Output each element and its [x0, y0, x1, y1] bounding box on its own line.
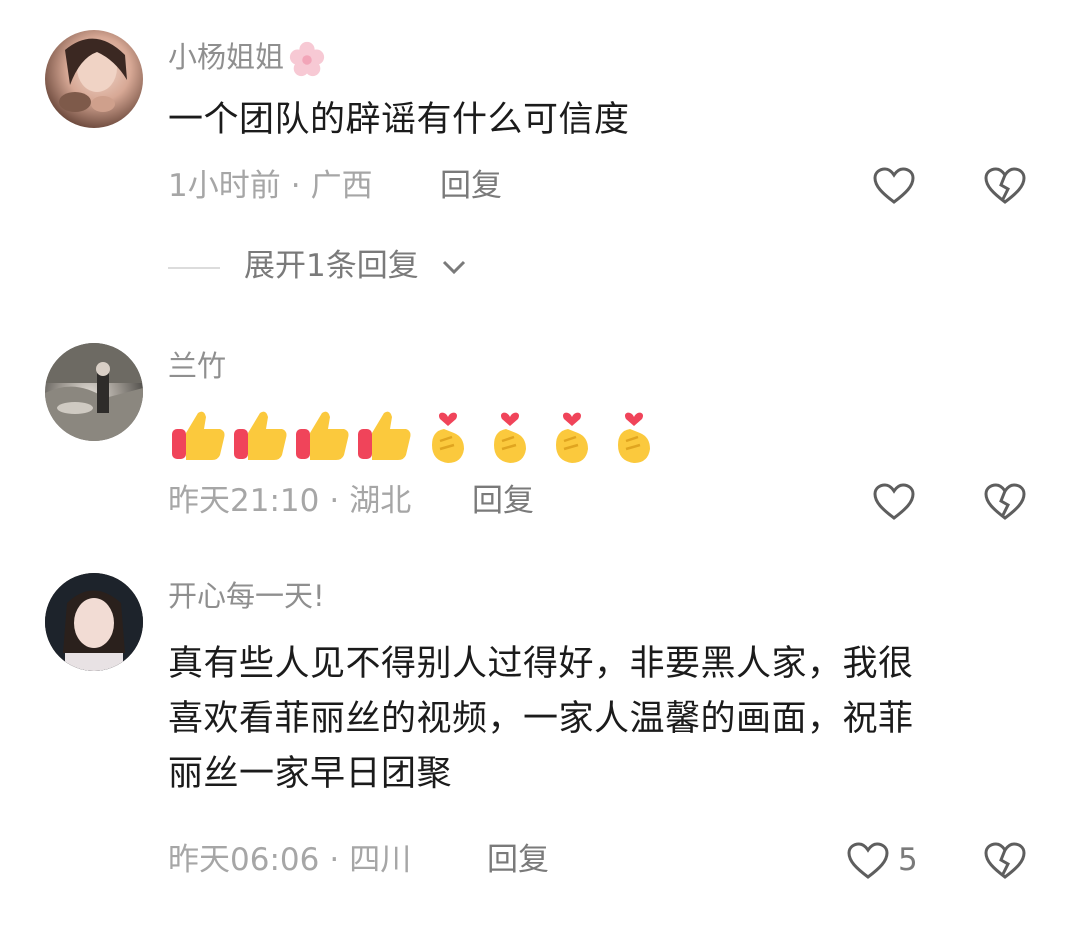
finger-heart-icon: [494, 412, 526, 463]
avatar[interactable]: [45, 573, 143, 671]
comment-meta: 1小时前 · 广西: [168, 171, 373, 202]
finger-heart-icon: [432, 412, 464, 463]
avatar-photo: [45, 343, 143, 441]
avatar-photo: [59, 38, 127, 112]
comment-location: 湖北: [349, 483, 412, 519]
thumbs-up-icon: [172, 411, 225, 460]
comment-time: 1小时前: [168, 168, 281, 204]
avatar[interactable]: [45, 343, 143, 441]
dislike-broken-heart-icon[interactable]: [983, 482, 1027, 522]
avatar-photo: [45, 573, 143, 671]
reply-button[interactable]: 回复: [440, 171, 502, 202]
thumbs-up-icon: [358, 411, 411, 460]
reply-button[interactable]: 回复: [472, 486, 534, 517]
avatar[interactable]: [45, 30, 143, 128]
chevron-down-icon[interactable]: [440, 256, 468, 278]
comment-time: 昨天06:06: [168, 842, 320, 878]
thumbs-up-icon: [234, 411, 287, 460]
username[interactable]: 小杨姐姐: [168, 40, 326, 78]
dislike-broken-heart-icon[interactable]: [983, 841, 1027, 881]
like-heart-icon[interactable]: [872, 482, 916, 522]
comment-location: 四川: [349, 842, 412, 878]
comment-text-line: 喜欢看菲丽丝的视频，一家人温馨的画面，祝菲: [168, 699, 914, 739]
comment-time: 昨天21:10: [168, 483, 320, 519]
comment-meta: 昨天06:06 · 四川: [168, 845, 411, 876]
meta-separator: ·: [290, 168, 301, 204]
comment-location: 广西: [310, 168, 373, 204]
like-count: 5: [898, 842, 918, 878]
thumbs-up-icon: [296, 411, 349, 460]
finger-heart-icon: [618, 412, 650, 463]
sakura-flower-icon: [289, 41, 325, 77]
expand-replies-button[interactable]: 展开1条回复: [244, 251, 419, 282]
meta-separator: ·: [329, 842, 340, 878]
dislike-broken-heart-icon[interactable]: [983, 166, 1027, 206]
meta-separator: ·: [329, 483, 340, 519]
expand-divider: [168, 267, 220, 269]
username[interactable]: 开心每一天!: [168, 582, 325, 611]
reply-button[interactable]: 回复: [487, 845, 549, 876]
comment-meta: 昨天21:10 · 湖北: [168, 486, 411, 517]
like-heart-icon[interactable]: [872, 166, 916, 206]
finger-heart-icon: [556, 412, 588, 463]
like-heart-icon[interactable]: [846, 841, 890, 881]
comment-text-line: 丽丝一家早日团聚: [168, 754, 453, 794]
comment-text: 一个团队的辟谣有什么可信度: [168, 100, 630, 140]
comment-text-line: 真有些人见不得别人过得好，非要黑人家，我很: [168, 644, 914, 684]
comment-text: 真有些人见不得别人过得好，非要黑人家，我很 喜欢看菲丽丝的视频，一家人温馨的画面…: [168, 637, 914, 802]
username[interactable]: 兰竹: [168, 352, 226, 381]
